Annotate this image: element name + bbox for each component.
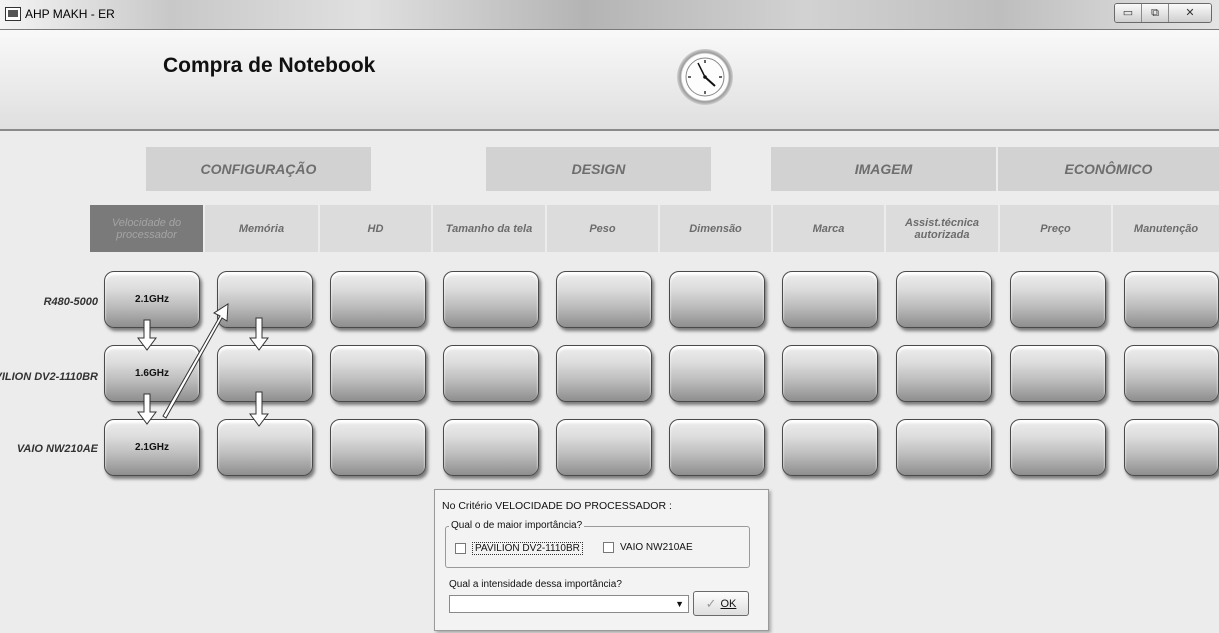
matrix-cell[interactable] xyxy=(896,345,992,402)
criterion-design[interactable]: DESIGN xyxy=(486,147,711,191)
subcriterion-memoria[interactable]: Memória xyxy=(205,205,318,252)
clock-icon xyxy=(677,49,733,105)
subcriterion-velocidade[interactable]: Velocidade do processador xyxy=(90,205,203,252)
matrix-cell[interactable]: 2.1GHz xyxy=(104,271,200,328)
matrix-cell[interactable] xyxy=(896,419,992,476)
page-title: Compra de Notebook xyxy=(163,54,376,77)
matrix-cell[interactable] xyxy=(556,419,652,476)
matrix-cell[interactable] xyxy=(330,271,426,328)
intensity-question: Qual a intensidade dessa importância? xyxy=(449,579,622,590)
matrix-cell[interactable] xyxy=(669,345,765,402)
title-bar: AHP MAKH - ER ▭ ⧉ ✕ xyxy=(0,0,1219,30)
matrix-cell[interactable] xyxy=(556,345,652,402)
matrix-cell[interactable] xyxy=(1124,345,1219,402)
subcriterion-dimensao[interactable]: Dimensão xyxy=(660,205,771,252)
matrix-cell[interactable] xyxy=(669,419,765,476)
criterion-economico[interactable]: ECONÔMICO xyxy=(998,147,1219,191)
matrix-cell[interactable] xyxy=(443,419,539,476)
close-button[interactable]: ✕ xyxy=(1169,4,1211,22)
matrix-cell[interactable] xyxy=(1010,271,1106,328)
matrix-cell[interactable] xyxy=(217,419,313,476)
matrix-cell[interactable] xyxy=(556,271,652,328)
checkbox-vaio[interactable] xyxy=(603,542,614,553)
option-pavilion[interactable]: PAVILION DV2-1110BR xyxy=(455,542,583,555)
option-vaio[interactable]: VAIO NW210AE xyxy=(603,542,693,553)
subcriterion-marca[interactable]: Marca xyxy=(773,205,884,252)
option-vaio-label: VAIO NW210AE xyxy=(620,542,693,553)
window-controls: ▭ ⧉ ✕ xyxy=(1114,3,1212,23)
dialog-criterion-text: No Critério VELOCIDADE DO PROCESSADOR : xyxy=(442,500,672,512)
header: Compra de Notebook xyxy=(0,30,1219,131)
alternative-label-r480: R480-5000 xyxy=(43,296,98,308)
matrix-cell[interactable] xyxy=(669,271,765,328)
alternative-label-vaio: VAIO NW210AE xyxy=(16,443,98,455)
matrix-cell[interactable] xyxy=(443,271,539,328)
subcriterion-tamanho-tela[interactable]: Tamanho da tela xyxy=(433,205,545,252)
subcriterion-preco[interactable]: Preço xyxy=(1000,205,1111,252)
matrix-cell[interactable] xyxy=(330,419,426,476)
alternative-label-pavilion: PAVILION DV2-1110BR xyxy=(0,371,98,383)
minimize-button[interactable]: ▭ xyxy=(1115,4,1142,22)
comparison-dialog: No Critério VELOCIDADE DO PROCESSADOR : … xyxy=(434,489,769,631)
maximize-button[interactable]: ⧉ xyxy=(1142,4,1169,22)
checkbox-pavilion[interactable] xyxy=(455,543,466,554)
app-icon xyxy=(5,7,21,21)
subcriterion-manutencao[interactable]: Manutenção xyxy=(1113,205,1219,252)
matrix-cell[interactable] xyxy=(1010,345,1106,402)
matrix-cell[interactable] xyxy=(1010,419,1106,476)
matrix-cell[interactable] xyxy=(782,271,878,328)
subcriterion-assist-tecnica[interactable]: Assist.técnica autorizada xyxy=(886,205,998,252)
matrix-cell[interactable] xyxy=(782,345,878,402)
importance-group: PAVILION DV2-1110BR VAIO NW210AE xyxy=(445,526,750,568)
intensity-dropdown[interactable]: ▼ xyxy=(449,595,689,613)
matrix-cell[interactable] xyxy=(443,345,539,402)
matrix-cell[interactable]: 1.6GHz xyxy=(104,345,200,402)
matrix-cell[interactable] xyxy=(782,419,878,476)
matrix-cell[interactable] xyxy=(217,271,313,328)
subcriterion-hd[interactable]: HD xyxy=(320,205,431,252)
ok-button[interactable]: ✓ OK xyxy=(693,591,749,616)
matrix-cell[interactable] xyxy=(1124,419,1219,476)
criterion-configuracao[interactable]: CONFIGURAÇÃO xyxy=(146,147,371,191)
matrix-cell[interactable]: 2.1GHz xyxy=(104,419,200,476)
criterion-imagem[interactable]: IMAGEM xyxy=(771,147,996,191)
subcriterion-peso[interactable]: Peso xyxy=(547,205,658,252)
matrix-cell[interactable] xyxy=(217,345,313,402)
importance-question: Qual o de maior importância? xyxy=(449,520,585,531)
matrix-cell[interactable] xyxy=(330,345,426,402)
window-title: AHP MAKH - ER xyxy=(25,7,115,21)
check-icon: ✓ xyxy=(705,595,717,611)
option-pavilion-label: PAVILION DV2-1110BR xyxy=(472,542,583,555)
matrix-cell[interactable] xyxy=(1124,271,1219,328)
chevron-down-icon[interactable]: ▼ xyxy=(675,599,684,609)
matrix-cell[interactable] xyxy=(896,271,992,328)
ok-label: OK xyxy=(720,597,737,610)
